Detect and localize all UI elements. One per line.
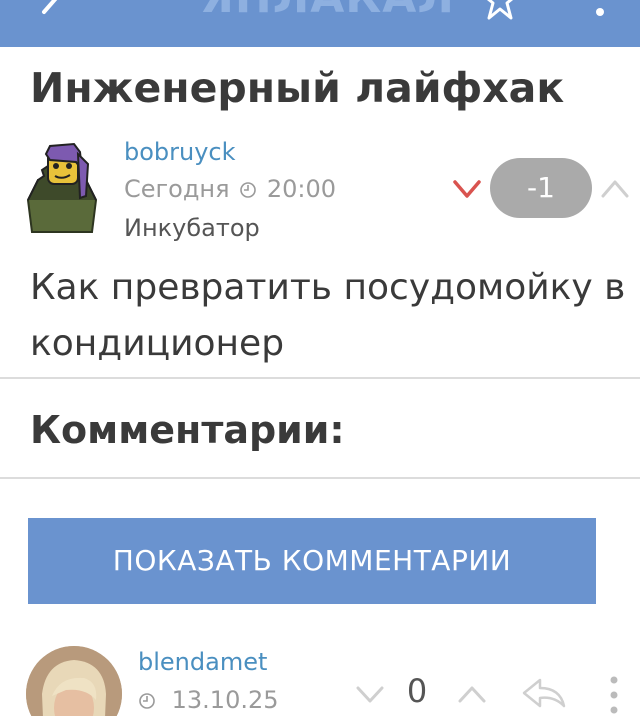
post-datetime: Сегодня 20:00 (124, 175, 336, 203)
portrait-image (26, 646, 122, 716)
post-author-link[interactable]: bobruyck (124, 138, 236, 166)
author-avatar[interactable] (22, 140, 102, 236)
top-app-bar: ЯПЛАКАЛ (0, 0, 640, 47)
comments-heading: Комментарии: (30, 408, 345, 452)
comment-date: 13.10.25 (171, 686, 279, 714)
more-vertical-icon[interactable] (586, 0, 614, 22)
reply-icon[interactable] (520, 676, 568, 710)
comment-score: 0 (406, 672, 428, 710)
comment-upvote-chevron-icon[interactable] (456, 682, 488, 706)
clock-icon (139, 693, 155, 709)
comment-author-link[interactable]: blendamet (138, 648, 267, 676)
clock-icon (240, 182, 256, 198)
post-section-link[interactable]: Инкубатор (124, 214, 260, 242)
upvote-chevron-icon[interactable] (598, 176, 632, 202)
divider (0, 377, 640, 379)
star-icon[interactable] (480, 0, 520, 20)
comment-downvote-chevron-icon[interactable] (354, 682, 386, 706)
comment-more-vertical-icon[interactable] (604, 674, 624, 716)
comment-datetime: 13.10.25 (138, 686, 279, 714)
back-chevron-icon[interactable] (32, 0, 72, 32)
post-date-label: Сегодня (124, 175, 230, 203)
site-logo[interactable]: ЯПЛАКАЛ (200, 0, 454, 20)
divider (0, 477, 640, 479)
post-body: Как превратить посудомойку в кондиционер (30, 267, 626, 364)
post-time: 20:00 (266, 175, 336, 203)
post-title: Инженерный лайфхак (30, 64, 565, 112)
downvote-chevron-icon[interactable] (450, 176, 484, 202)
comment-author-avatar[interactable] (26, 646, 122, 716)
show-comments-button[interactable]: ПОКАЗАТЬ КОММЕНТАРИИ (28, 518, 596, 604)
post-score-badge: -1 (490, 158, 592, 218)
